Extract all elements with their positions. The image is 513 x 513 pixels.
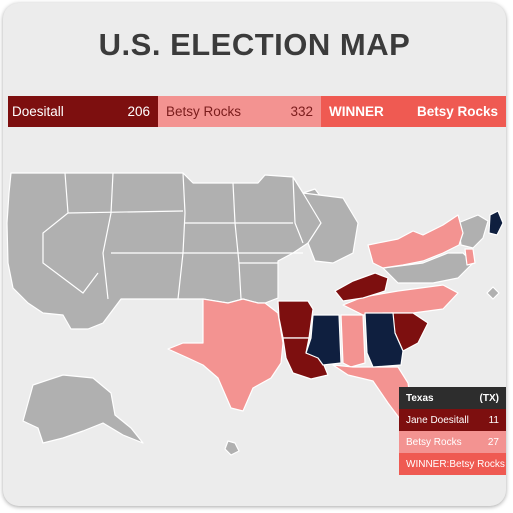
- state-vermont-nh[interactable]: [488, 210, 504, 236]
- state-tooltip: Texas (TX) Jane Doesitall 11 Betsy Rocks…: [399, 387, 506, 475]
- state-arkansas[interactable]: [277, 300, 314, 339]
- tooltip-betsy-row: Betsy Rocks 27: [399, 431, 506, 453]
- election-map-card: U.S. ELECTION MAP Doesitall 206 Betsy Ro…: [3, 3, 506, 506]
- state-new-jersey[interactable]: [464, 248, 476, 266]
- page-title: U.S. ELECTION MAP: [98, 27, 411, 62]
- tooltip-jane-label: Jane Doesitall: [406, 414, 469, 426]
- betsy-summary: Betsy Rocks 332: [158, 96, 321, 127]
- winner-label: WINNER: [329, 104, 384, 119]
- tooltip-jane-votes: 11: [488, 414, 499, 426]
- results-summary-bar: Doesitall 206 Betsy Rocks 332 WINNER Bet…: [8, 96, 506, 127]
- state-hawaii[interactable]: [224, 440, 240, 456]
- winner-name: Betsy Rocks: [416, 104, 498, 119]
- betsy-name: Betsy Rocks: [166, 104, 242, 119]
- winner-summary: WINNER Betsy Rocks: [321, 96, 506, 127]
- tooltip-header: Texas (TX): [399, 387, 506, 409]
- tooltip-betsy-label: Betsy Rocks: [406, 436, 462, 448]
- jane-name: Doesitall: [12, 104, 64, 119]
- state-alaska[interactable]: [22, 374, 144, 444]
- tooltip-winner-row: WINNER: Betsy Rocks: [399, 453, 506, 475]
- tooltip-state-name: Texas: [406, 392, 434, 404]
- tooltip-jane-row: Jane Doesitall 11: [399, 409, 506, 431]
- state-texas[interactable]: [167, 298, 284, 412]
- tooltip-winner-label: WINNER:: [406, 458, 450, 470]
- jane-summary: Doesitall 206: [8, 96, 158, 127]
- tooltip-state-abbr: (TX): [479, 392, 499, 404]
- betsy-votes: 332: [290, 104, 313, 119]
- tooltip-winner-name: Betsy Rocks: [449, 458, 505, 470]
- state-alabama[interactable]: [340, 314, 366, 368]
- jane-votes: 206: [127, 104, 150, 119]
- state-small-east[interactable]: [486, 286, 500, 300]
- tooltip-betsy-votes: 27: [487, 436, 499, 448]
